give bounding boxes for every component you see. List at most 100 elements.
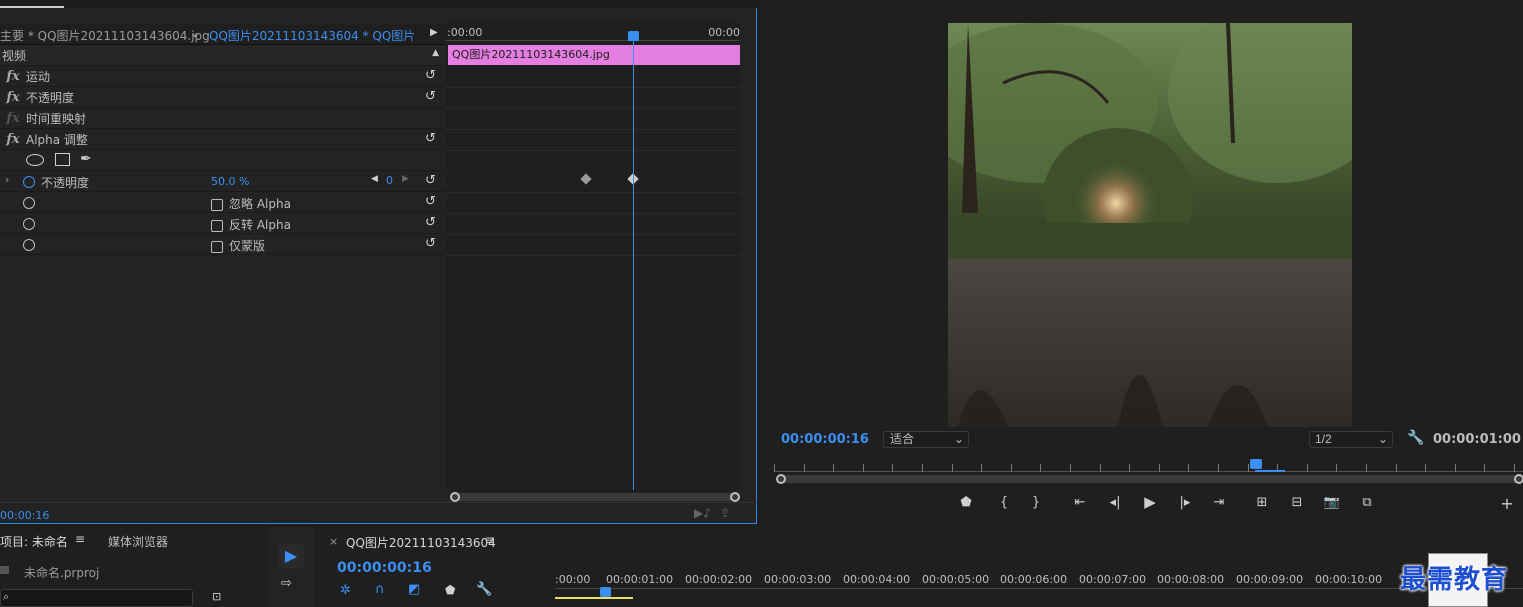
playhead-handle[interactable] bbox=[628, 31, 639, 41]
effect-controls-timeline[interactable]: :00:00 00:00 QQ图片20211103143604.jpg bbox=[446, 22, 740, 492]
add-icon[interactable]: + bbox=[1497, 494, 1517, 513]
expand-icon[interactable]: › bbox=[5, 173, 9, 186]
footer-divider bbox=[0, 502, 757, 503]
fx-icon[interactable]: fx bbox=[0, 90, 26, 105]
mask-only-checkbox[interactable]: 仅蒙版 bbox=[211, 237, 265, 254]
mark-in-icon[interactable]: { bbox=[994, 495, 1014, 510]
fit-select[interactable]: 适合 ⌄ bbox=[883, 431, 969, 448]
effect-row-opacity[interactable]: fx 不透明度 ↺ bbox=[0, 87, 445, 108]
ruler-tick bbox=[1514, 464, 1515, 472]
checkbox-box[interactable] bbox=[211, 198, 223, 211]
mark-out-icon[interactable]: } bbox=[1026, 495, 1046, 510]
sequence-playhead[interactable] bbox=[600, 587, 611, 597]
find-icon[interactable]: ⊡ bbox=[212, 590, 221, 603]
prev-keyframe-icon[interactable]: ◀ bbox=[371, 174, 378, 184]
fx-icon[interactable]: fx bbox=[0, 132, 26, 147]
reset-icon[interactable]: ↺ bbox=[425, 237, 439, 251]
program-timecode[interactable]: 00:00:00:16 bbox=[781, 432, 869, 447]
sequence-timecode[interactable]: 00:00:00:16 bbox=[337, 560, 432, 576]
lift-icon[interactable]: ⊞ bbox=[1252, 495, 1272, 510]
clip-bar[interactable]: QQ图片20211103143604.jpg bbox=[448, 45, 740, 65]
nest-icon[interactable]: ✲ bbox=[340, 583, 351, 598]
resolution-select[interactable]: 1/2 ⌄ bbox=[1309, 431, 1393, 448]
fx-icon[interactable]: fx bbox=[0, 69, 26, 84]
current-time[interactable]: 00:00:16 bbox=[0, 509, 49, 522]
linked-selection-icon[interactable]: ◩ bbox=[408, 582, 420, 597]
work-area-bar[interactable] bbox=[555, 597, 633, 599]
stopwatch-icon[interactable] bbox=[23, 239, 35, 251]
marker-icon[interactable]: ⬟ bbox=[956, 495, 976, 510]
scroll-handle-right[interactable] bbox=[730, 492, 740, 502]
snap-icon[interactable]: ∩ bbox=[375, 582, 385, 597]
checkbox-label: 仅蒙版 bbox=[229, 239, 266, 253]
ignore-alpha-checkbox[interactable]: 忽略 Alpha bbox=[211, 195, 291, 212]
ellipse-mask-icon[interactable] bbox=[26, 154, 44, 166]
compare-icon[interactable]: ⧉ bbox=[1357, 495, 1377, 510]
keyframe-diamond[interactable] bbox=[580, 173, 592, 185]
step-back-icon[interactable]: ◂| bbox=[1105, 495, 1125, 510]
fx-icon[interactable]: fx bbox=[0, 111, 26, 126]
search-icon: ⌕ bbox=[3, 590, 10, 603]
project-file-name[interactable]: 未命名.prproj bbox=[24, 564, 99, 581]
ruler[interactable] bbox=[446, 40, 740, 44]
chevron-down-icon[interactable]: ⌄ bbox=[190, 26, 200, 40]
playhead-line[interactable] bbox=[633, 40, 634, 490]
sequence-label[interactable]: QQ图片20211103143604 * QQ图片2... bbox=[209, 27, 414, 44]
checkbox-box[interactable] bbox=[211, 219, 223, 232]
search-input[interactable]: ⌕ bbox=[0, 589, 193, 607]
timeline-zoom-scrollbar[interactable] bbox=[450, 492, 740, 502]
reset-icon[interactable]: ↺ bbox=[425, 174, 439, 188]
close-icon[interactable]: × bbox=[329, 535, 338, 548]
effect-row-alpha-adjust[interactable]: fx Alpha 调整 ↺ bbox=[0, 129, 445, 150]
scroll-handle-right[interactable] bbox=[1514, 474, 1523, 484]
go-to-in-icon[interactable]: ⇤ bbox=[1070, 495, 1090, 510]
stopwatch-icon[interactable] bbox=[23, 176, 35, 188]
audio-icon[interactable]: ▶♪ bbox=[694, 506, 711, 520]
menu-icon[interactable]: ≡ bbox=[485, 533, 495, 547]
go-to-out-icon[interactable]: ⇥ bbox=[1209, 495, 1229, 510]
effect-row-time-remap[interactable]: fx 时间重映射 bbox=[0, 108, 445, 129]
pen-mask-icon[interactable]: ✒ bbox=[80, 151, 92, 167]
monitor-playhead[interactable] bbox=[1250, 459, 1262, 469]
monitor-ruler[interactable] bbox=[774, 460, 1523, 472]
rectangle-mask-icon[interactable] bbox=[55, 153, 70, 166]
wrench-icon[interactable]: 🔧 bbox=[1407, 430, 1424, 446]
reset-icon[interactable]: ↺ bbox=[425, 69, 439, 83]
reset-icon[interactable]: ↺ bbox=[425, 132, 439, 146]
source-label[interactable]: 主要 * QQ图片20211103143604.jpg bbox=[0, 27, 210, 44]
track-select-tool-icon[interactable]: ⇨ bbox=[281, 576, 292, 591]
opacity-value[interactable]: 50.0 % bbox=[211, 175, 249, 188]
extract-icon[interactable]: ⊟ bbox=[1287, 495, 1307, 510]
stopwatch-icon[interactable] bbox=[23, 197, 35, 209]
marker-icon[interactable]: ⬟ bbox=[445, 583, 455, 597]
scroll-handle-left[interactable] bbox=[450, 492, 460, 502]
menu-icon[interactable]: ≡ bbox=[75, 532, 85, 546]
selection-tool-icon[interactable]: ▶ bbox=[278, 544, 304, 568]
collapse-icon[interactable]: ▲ bbox=[432, 48, 439, 58]
monitor-zoom-scrollbar[interactable] bbox=[776, 474, 1523, 484]
effect-row-motion[interactable]: fx 运动 ↺ bbox=[0, 66, 445, 87]
export-icon[interactable]: ⇪ bbox=[720, 506, 730, 520]
add-keyframe-icon[interactable]: 0 bbox=[386, 174, 393, 187]
ruler-tick bbox=[1099, 464, 1101, 472]
tab-project[interactable]: 项目: 未命名 bbox=[0, 533, 68, 550]
tab-media-browser[interactable]: 媒体浏览器 bbox=[108, 533, 168, 550]
sequence-tab[interactable]: QQ图片20211103143604 bbox=[346, 534, 496, 551]
invert-alpha-checkbox[interactable]: 反转 Alpha bbox=[211, 216, 291, 233]
param-row-opacity[interactable]: › 不透明度 50.0 % ◀ 0 ▶ ↺ bbox=[0, 171, 445, 192]
video-section-header[interactable]: 视频 ▲ bbox=[0, 45, 445, 66]
camera-icon[interactable]: 📷 bbox=[1322, 495, 1342, 510]
wrench-icon[interactable]: 🔧 bbox=[476, 582, 492, 597]
play-icon[interactable]: ▶ bbox=[1140, 493, 1160, 511]
time-ruler[interactable]: :00:00 00:00:01:00 00:00:02:00 00:00:03:… bbox=[555, 571, 1523, 607]
section-label: 视频 bbox=[2, 48, 27, 63]
play-icon[interactable]: ▶ bbox=[430, 27, 438, 38]
step-forward-icon[interactable]: |▸ bbox=[1175, 495, 1195, 510]
reset-icon[interactable]: ↺ bbox=[425, 216, 439, 230]
reset-icon[interactable]: ↺ bbox=[425, 195, 439, 209]
next-keyframe-icon[interactable]: ▶ bbox=[402, 174, 409, 184]
reset-icon[interactable]: ↺ bbox=[425, 90, 439, 104]
checkbox-box[interactable] bbox=[211, 240, 223, 253]
stopwatch-icon[interactable] bbox=[23, 218, 35, 230]
scroll-handle-left[interactable] bbox=[776, 474, 786, 484]
